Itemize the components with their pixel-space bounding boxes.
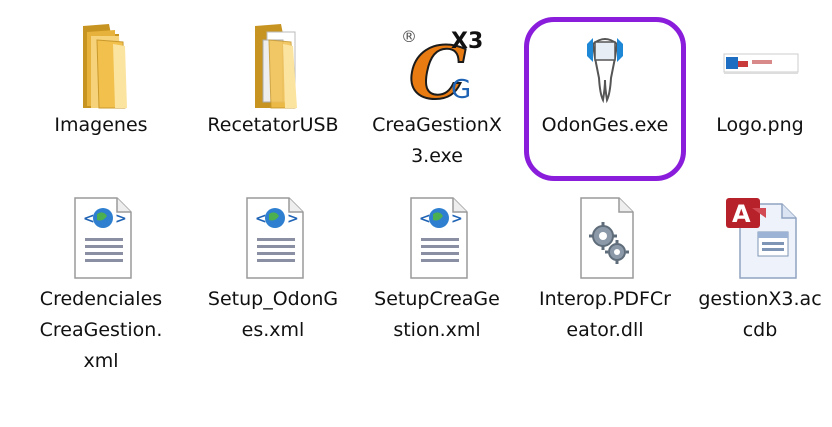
svg-text:>: > [287, 211, 299, 227]
file-name: OdonGes.exe [541, 114, 669, 136]
xml-document-icon: < > [389, 188, 485, 284]
tooth-app-icon [557, 14, 653, 110]
file-item-setup-odonges[interactable]: < > Setup_OdonGes.xml [198, 188, 348, 346]
file-name: CredencialesCreaGestion.xml [39, 288, 163, 372]
folder-icon [53, 14, 149, 110]
xml-document-icon: < > [225, 188, 321, 284]
svg-text:<: < [419, 211, 431, 227]
svg-text:>: > [451, 211, 463, 227]
file-item-odonges[interactable]: OdonGes.exe [530, 14, 680, 141]
file-item-imagenes[interactable]: Imagenes [26, 14, 176, 141]
xml-document-icon: < > [53, 188, 149, 284]
creagestion-app-icon: ® C X3 G [389, 14, 485, 110]
svg-text:<: < [83, 211, 95, 227]
file-item-logo[interactable]: Logo.png [685, 14, 832, 141]
file-name: Imagenes [54, 114, 148, 136]
folder-with-documents-icon [225, 14, 321, 110]
file-item-interop-pdfcreator[interactable]: Interop.PDFCreator.dll [530, 188, 680, 346]
file-name: Logo.png [716, 114, 804, 136]
image-thumbnail-icon [712, 14, 808, 110]
file-name: gestionX3.accdb [698, 288, 822, 341]
access-database-icon: A [712, 188, 808, 284]
file-name: Interop.PDFCreator.dll [539, 288, 671, 341]
file-item-recetatorusb[interactable]: RecetatorUSB [198, 14, 348, 141]
file-item-gestionx3-accdb[interactable]: A gestionX3.accdb [685, 188, 832, 346]
file-name: Setup_OdonGes.xml [207, 288, 339, 341]
file-item-setup-creagestion[interactable]: < > SetupCreaGestion.xml [362, 188, 512, 346]
file-name: SetupCreaGestion.xml [374, 288, 500, 341]
file-name: RecetatorUSB [207, 114, 339, 136]
app-subscript: G [451, 75, 471, 105]
file-item-creagestionx3[interactable]: ® C X3 G CreaGestionX3.exe [362, 14, 512, 172]
file-name: CreaGestionX3.exe [372, 114, 502, 167]
dll-gear-icon [557, 188, 653, 284]
svg-text:>: > [115, 211, 127, 227]
svg-text:<: < [255, 211, 267, 227]
file-item-credenciales[interactable]: < > CredencialesCreaGestion.xml [26, 188, 176, 377]
file-pane: Imagenes RecetatorUSB ® C X3 G CreaGesti… [0, 0, 832, 427]
app-superscript: X3 [451, 29, 483, 54]
svg-text:A: A [732, 200, 751, 228]
